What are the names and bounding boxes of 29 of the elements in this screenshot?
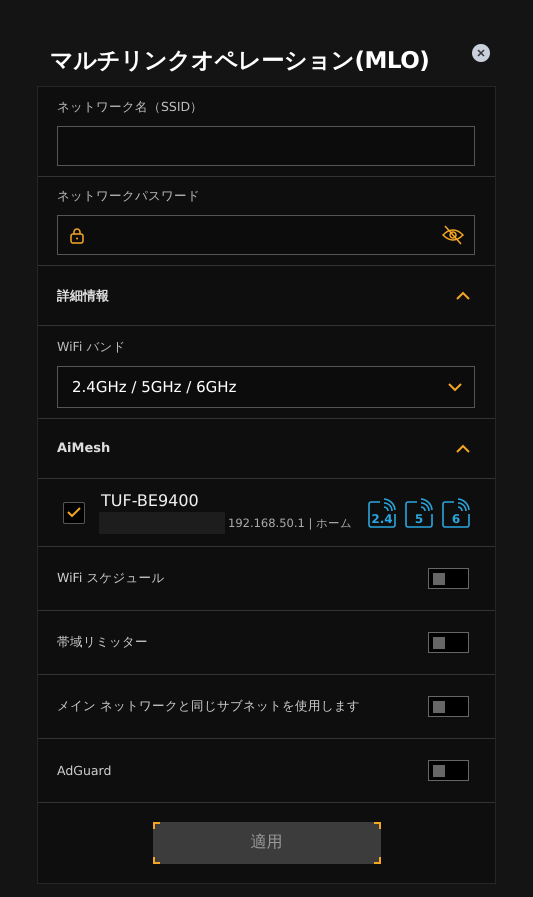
device-name: TUF-BE9400 [101, 491, 200, 510]
dialog-title: マルチリンクオペレーション(MLO) [50, 46, 430, 76]
toggle-switch[interactable] [428, 760, 469, 781]
toggle-switch[interactable] [428, 632, 469, 653]
checkbox[interactable] [63, 502, 85, 524]
close-icon [477, 49, 485, 57]
chevron-up-icon[interactable] [456, 291, 470, 300]
close-button[interactable] [472, 44, 490, 62]
eye-slash-icon[interactable] [442, 225, 464, 245]
section-title: AiMesh [57, 441, 110, 456]
section-title: 詳細情報 [57, 288, 109, 304]
setting-label: メイン ネットワークと同じサブネットを使用します [57, 698, 360, 715]
toggle-switch[interactable] [428, 568, 469, 589]
field-label: WiFi バンド [57, 339, 126, 356]
chevron-down-icon [448, 382, 462, 392]
field-label: ネットワーク名（SSID） [57, 99, 204, 116]
lock-icon [70, 226, 84, 244]
setting-label: AdGuard [57, 763, 112, 778]
password-field[interactable] [57, 215, 475, 255]
device-address: 192.168.50.1 | ホーム [228, 516, 352, 530]
text-field[interactable] [57, 126, 475, 166]
setting-label: 帯域リミッター [57, 634, 148, 651]
setting-label: WiFi スケジュール [57, 570, 164, 587]
chevron-up-icon[interactable] [456, 444, 470, 453]
checkmark-icon [67, 507, 81, 518]
toggle-switch[interactable] [428, 696, 469, 717]
field-label: ネットワークパスワード [57, 188, 201, 205]
apply-button[interactable]: 適用 [152, 822, 380, 864]
band-dropdown[interactable]: 2.4GHz / 5GHz / 6GHz [57, 366, 475, 408]
